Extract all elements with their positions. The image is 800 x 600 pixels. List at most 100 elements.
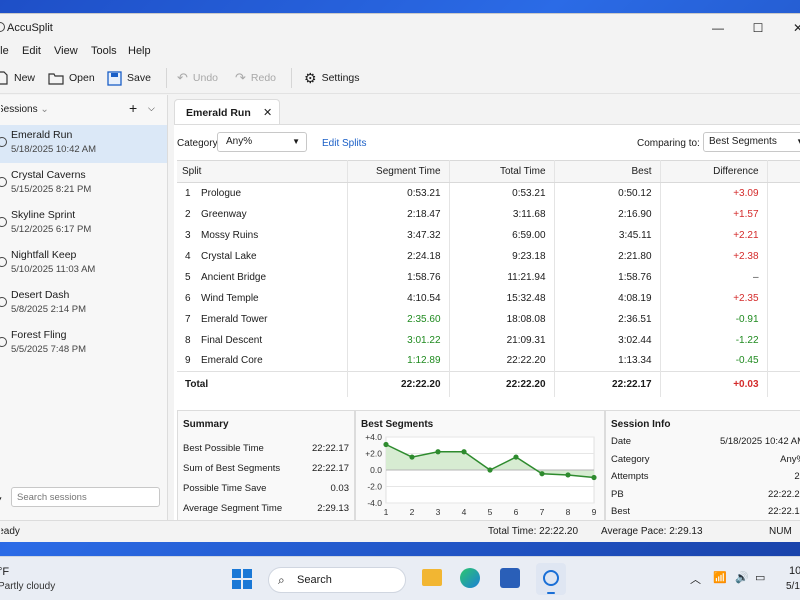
menu-bar: File Edit View Tools Help [0,42,800,62]
chevron-down-icon: ▼ [292,137,300,146]
status-bar: Ready Total Time: 22:22.20 Average Pace:… [0,520,800,542]
menu-file[interactable]: File [0,45,9,57]
best-time: 0:50.12 [554,182,661,204]
difference: +2.38 [660,245,768,267]
split-index: 8 [185,334,191,346]
menu-edit[interactable]: Edit [22,45,41,57]
extra-cell [767,182,800,204]
weather-description[interactable]: Partly cloudy [0,581,55,592]
x-tick-label: 4 [462,507,467,517]
tab-emerald-run[interactable]: Emerald Run ✕ [174,99,280,125]
x-tick-label: 5 [488,507,493,517]
store-icon[interactable] [500,568,520,588]
session-date: 5/10/2025 11:03 AM [11,264,96,275]
session-item[interactable]: Desert Dash 5/8/2025 2:14 PM [0,285,167,323]
search-sessions-input[interactable] [11,487,160,507]
edit-splits-link[interactable]: Edit Splits [322,138,366,149]
status-average-pace: Average Pace: 2:29.13 [601,526,703,537]
session-item[interactable]: Skyline Sprint 5/12/2025 6:17 PM [0,205,167,243]
settings-button[interactable]: ⚙ Settings [304,69,360,87]
summary-key: Best Possible Time [183,443,264,454]
table-header-row: Split Segment Time Total Time Best Diffe… [177,160,800,183]
session-item[interactable]: Emerald Run 5/18/2025 10:42 AM [0,125,167,163]
table-row[interactable]: 2 Greenway 2:18.47 3:11.68 2:16.90 +1.57 [177,203,800,225]
segment-time: 2:35.60 [347,308,450,330]
segment-time: 3:01.22 [347,329,450,351]
session-item[interactable]: Nightfall Keep 5/10/2025 11:03 AM [0,245,167,283]
file-explorer-icon[interactable] [422,569,442,586]
edge-browser-icon[interactable] [460,568,480,588]
add-session-button[interactable]: + [129,100,137,116]
segment-time: 1:58.76 [347,266,450,288]
chevron-down-icon[interactable]: ⌵ [148,103,155,114]
redo-button[interactable]: ↷ Redo [235,69,276,87]
split-index: 7 [185,313,191,325]
comparing-select[interactable]: Best Segments ▼ [703,132,800,152]
session-status-icon [0,337,7,347]
weather-temperature[interactable]: °F [0,566,9,578]
table-row[interactable]: 4 Crystal Lake 2:24.18 9:23.18 2:21.80 +2.38 [177,245,800,267]
window-title: AccuSplit [7,22,53,34]
summary-item: Possible Time Save 0.03 [183,483,349,494]
open-button[interactable]: Open [48,69,95,87]
undo-icon: ↶ [177,70,188,85]
wifi-icon[interactable]: 📶 [713,571,727,584]
menu-view[interactable]: View [54,45,78,57]
session-name: Skyline Sprint [11,209,76,221]
filter-icon[interactable]: ▾ [0,494,2,505]
summary-panel: Summary Best Possible Time 22:22.17 Sum of… [177,410,355,527]
category-select[interactable]: Any% ▼ [217,132,307,152]
undo-button[interactable]: ↶ Undo [177,69,218,87]
table-row[interactable]: 8 Final Descent 3:01.22 21:09.31 3:02.44 -1.2… [177,329,800,351]
clock-date[interactable]: 5/1 [786,581,800,592]
table-row[interactable]: 5 Ancient Bridge 1:58.76 11:21.94 1:58.76– [177,266,800,288]
menu-tools[interactable]: Tools [91,45,117,57]
total-time: 9:23.18 [449,245,555,267]
col-header-best[interactable]: Best [554,160,661,183]
session-item[interactable]: Crystal Caverns 5/15/2025 8:21 PM [0,165,167,203]
col-header-segment-time[interactable]: Segment Time [347,160,450,183]
taskbar-search-label: Search [297,574,332,586]
accusplit-taskbar-icon[interactable] [536,563,566,595]
extra-cell [767,371,800,397]
new-button[interactable]: New [0,69,35,87]
menu-help[interactable]: Help [128,45,151,57]
comparing-label: Comparing to: [637,138,700,149]
close-window-button[interactable]: ✕ [783,18,800,38]
search-icon: ⌕ [278,573,285,587]
session-info-panel: Session Info Date 5/18/2025 10:42 AM Categ… [605,410,800,527]
session-name: Crystal Caverns [11,169,86,181]
best-segments-chart: +4.0 +2.0 0.0 -2.0 -4.01 2 3 4 5 6 7 8 9 [365,432,596,517]
session-item[interactable]: Forest Fling 5/5/2025 7:48 PM [0,325,167,363]
split-index: 9 [185,355,191,367]
minimize-button[interactable]: — [703,18,733,38]
split-content: Category: Any% ▼ Edit Splits Comparing t… [174,124,800,527]
category-label: Category: [177,138,221,149]
split-name: Wind Temple [197,287,348,309]
x-tick-label: 6 [514,507,519,517]
col-header-difference[interactable]: Difference [660,160,768,183]
table-row[interactable]: 9 Emerald Core 1:12.89 22:22.20 1:13.34 -0.45 [177,350,800,372]
close-tab-icon[interactable]: ✕ [263,106,272,119]
status-ready: Ready [0,526,20,537]
new-file-icon [0,71,8,85]
save-button[interactable]: Save [107,69,151,87]
summary-value: 0.03 [330,483,350,494]
battery-icon[interactable]: ▭ [755,571,765,584]
split-index: 1 [185,187,191,199]
taskbar-search[interactable]: ⌕ Search [268,567,406,593]
chevron-up-icon[interactable]: ︿ [690,571,701,587]
session-info-item: Best 22:22.17 [611,506,800,517]
clock-time[interactable]: 10 [789,565,800,577]
col-header-split[interactable]: Split [177,160,348,183]
table-row[interactable]: 6 Wind Temple 4:10.54 15:32.48 4:08.19 +2.35 [177,287,800,309]
volume-icon[interactable]: 🔊 [735,571,749,584]
col-header-total-time[interactable]: Total Time [449,160,555,183]
table-row[interactable]: 7 Emerald Tower 2:35.60 18:08.08 2:36.51 -0.9… [177,308,800,330]
maximize-button[interactable]: ☐ [743,18,773,38]
table-row[interactable]: 3 Mossy Ruins 3:47.32 6:59.00 3:45.11 +2.21 [177,224,800,246]
table-row[interactable]: 1 Prologue 0:53.21 0:53.21 0:50.12 +3.09 [177,182,800,204]
session-info-item: Date 5/18/2025 10:42 AM [611,436,800,447]
start-icon[interactable] [232,569,252,589]
summary-key: Sum of Best Segments [183,463,281,474]
